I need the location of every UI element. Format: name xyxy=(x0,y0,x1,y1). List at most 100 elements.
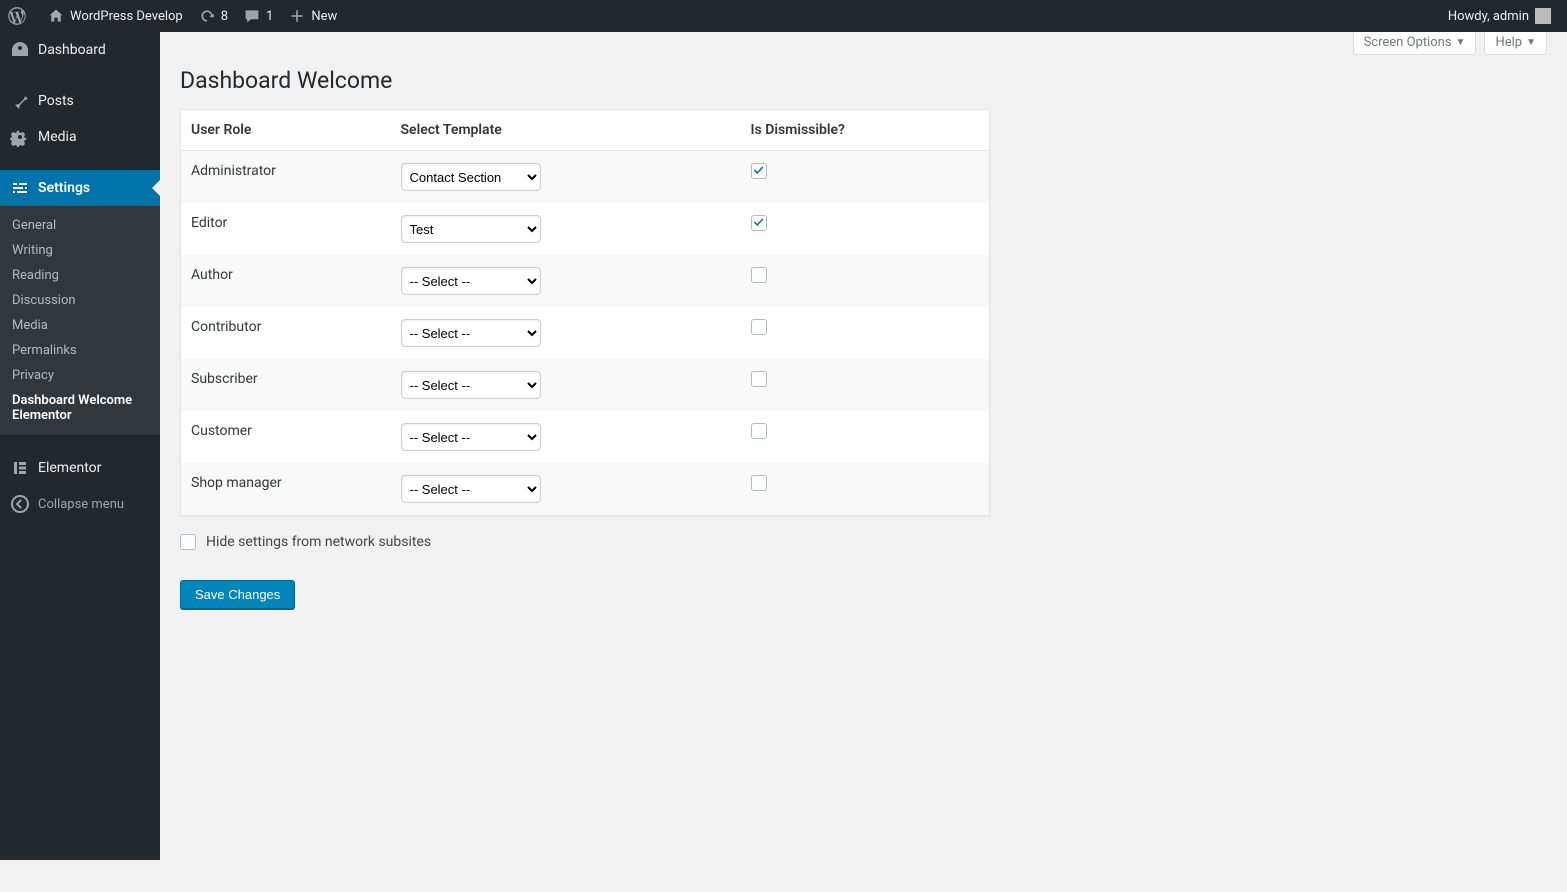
admin-bar-right: Howdy, admin xyxy=(1440,0,1559,32)
update-icon xyxy=(199,8,215,24)
template-cell: -- Select -- xyxy=(391,411,741,463)
submenu-dashboard-welcome-elementor[interactable]: Dashboard Welcome Elementor xyxy=(0,388,160,428)
new-content-menu[interactable]: New xyxy=(281,0,345,32)
table-row: Author -- Select -- xyxy=(181,255,990,307)
template-select[interactable]: -- Select -- xyxy=(401,371,541,399)
admin-sidebar: Dashboard Posts Media Settings General W… xyxy=(0,32,160,860)
site-name-label: WordPress Develop xyxy=(70,9,183,24)
menu-posts[interactable]: Posts xyxy=(0,83,160,119)
dismissible-cell xyxy=(741,307,990,359)
pin-icon xyxy=(10,91,30,111)
menu-separator xyxy=(0,440,160,445)
template-select[interactable]: -- Select -- xyxy=(401,267,541,295)
template-cell: -- Select -- xyxy=(391,463,741,516)
avatar xyxy=(1535,8,1551,24)
template-select[interactable]: -- Select -- xyxy=(401,319,541,347)
screen-help-tabs: Screen Options ▼ Help ▼ xyxy=(180,32,1547,55)
template-select[interactable]: -- Select -- xyxy=(401,475,541,503)
submenu-discussion[interactable]: Discussion xyxy=(0,288,160,313)
menu-settings-label: Settings xyxy=(38,180,90,196)
template-select[interactable]: -- Select -- xyxy=(401,423,541,451)
dismissible-checkbox[interactable] xyxy=(751,423,767,439)
content-area: Screen Options ▼ Help ▼ Dashboard Welcom… xyxy=(160,32,1567,860)
role-cell: Administrator xyxy=(181,151,391,204)
menu-media[interactable]: Media xyxy=(0,119,160,155)
chevron-down-icon: ▼ xyxy=(1526,37,1536,48)
save-changes-button[interactable]: Save Changes xyxy=(180,580,295,609)
role-cell: Editor xyxy=(181,203,391,255)
submenu-permalinks[interactable]: Permalinks xyxy=(0,338,160,363)
menu-elementor-label: Elementor xyxy=(38,460,101,476)
wp-logo-menu[interactable] xyxy=(0,0,40,32)
submenu-media[interactable]: Media xyxy=(0,313,160,338)
dismissible-checkbox[interactable] xyxy=(751,215,767,231)
howdy-label: Howdy, admin xyxy=(1448,9,1529,24)
th-dismissible: Is Dismissible? xyxy=(741,110,990,151)
menu-dashboard-label: Dashboard xyxy=(38,42,106,58)
hide-settings-label: Hide settings from network subsites xyxy=(206,534,431,550)
sliders-icon xyxy=(10,178,30,198)
dashboard-icon xyxy=(10,40,30,60)
th-user-role: User Role xyxy=(181,110,391,151)
template-cell: Test xyxy=(391,203,741,255)
submenu-privacy[interactable]: Privacy xyxy=(0,363,160,388)
dismissible-checkbox[interactable] xyxy=(751,267,767,283)
dismissible-cell xyxy=(741,411,990,463)
submenu-reading[interactable]: Reading xyxy=(0,263,160,288)
admin-bar-left: WordPress Develop 8 1 New xyxy=(0,0,345,32)
hide-settings-checkbox[interactable] xyxy=(180,534,196,550)
updates-count: 8 xyxy=(221,9,228,24)
media-icon xyxy=(10,127,30,147)
menu-dashboard[interactable]: Dashboard xyxy=(0,32,160,68)
menu-separator xyxy=(0,73,160,78)
dismissible-checkbox[interactable] xyxy=(751,163,767,179)
help-tab[interactable]: Help ▼ xyxy=(1484,32,1547,55)
comment-icon xyxy=(244,8,260,24)
role-cell: Customer xyxy=(181,411,391,463)
table-row: Customer -- Select -- xyxy=(181,411,990,463)
comments-count: 1 xyxy=(266,9,273,24)
dismissible-cell xyxy=(741,359,990,411)
menu-separator xyxy=(0,160,160,165)
comments-menu[interactable]: 1 xyxy=(236,0,281,32)
collapse-label: Collapse menu xyxy=(38,497,124,512)
table-row: Administrator Contact Section xyxy=(181,151,990,204)
screen-options-tab[interactable]: Screen Options ▼ xyxy=(1353,32,1477,55)
submenu-general[interactable]: General xyxy=(0,213,160,238)
template-select[interactable]: Contact Section xyxy=(401,163,541,191)
dismissible-cell xyxy=(741,203,990,255)
dismissible-checkbox[interactable] xyxy=(751,319,767,335)
collapse-menu[interactable]: Collapse menu xyxy=(0,486,160,522)
menu-media-label: Media xyxy=(38,129,77,145)
dismissible-cell xyxy=(741,463,990,516)
dismissible-cell xyxy=(741,151,990,204)
table-row: Subscriber -- Select -- xyxy=(181,359,990,411)
menu-elementor[interactable]: Elementor xyxy=(0,450,160,486)
dismissible-checkbox[interactable] xyxy=(751,371,767,387)
template-select[interactable]: Test xyxy=(401,215,541,243)
admin-bar: WordPress Develop 8 1 New Howdy, admin xyxy=(0,0,1567,32)
role-cell: Subscriber xyxy=(181,359,391,411)
role-cell: Shop manager xyxy=(181,463,391,516)
table-row: Shop manager -- Select -- xyxy=(181,463,990,516)
site-name-menu[interactable]: WordPress Develop xyxy=(40,0,191,32)
account-menu[interactable]: Howdy, admin xyxy=(1440,0,1559,32)
help-label: Help xyxy=(1495,35,1522,50)
template-cell: -- Select -- xyxy=(391,359,741,411)
hide-settings-row: Hide settings from network subsites xyxy=(180,534,1547,550)
home-icon xyxy=(48,8,64,24)
table-row: Contributor -- Select -- xyxy=(181,307,990,359)
updates-menu[interactable]: 8 xyxy=(191,0,236,32)
role-cell: Contributor xyxy=(181,307,391,359)
dismissible-cell xyxy=(741,255,990,307)
dismissible-checkbox[interactable] xyxy=(751,475,767,491)
wordpress-logo-icon xyxy=(8,7,26,25)
template-cell: -- Select -- xyxy=(391,255,741,307)
menu-posts-label: Posts xyxy=(38,93,74,109)
role-cell: Author xyxy=(181,255,391,307)
new-label: New xyxy=(311,9,337,24)
menu-settings[interactable]: Settings xyxy=(0,170,160,206)
submenu-writing[interactable]: Writing xyxy=(0,238,160,263)
elementor-icon xyxy=(10,458,30,478)
plus-icon xyxy=(289,8,305,24)
